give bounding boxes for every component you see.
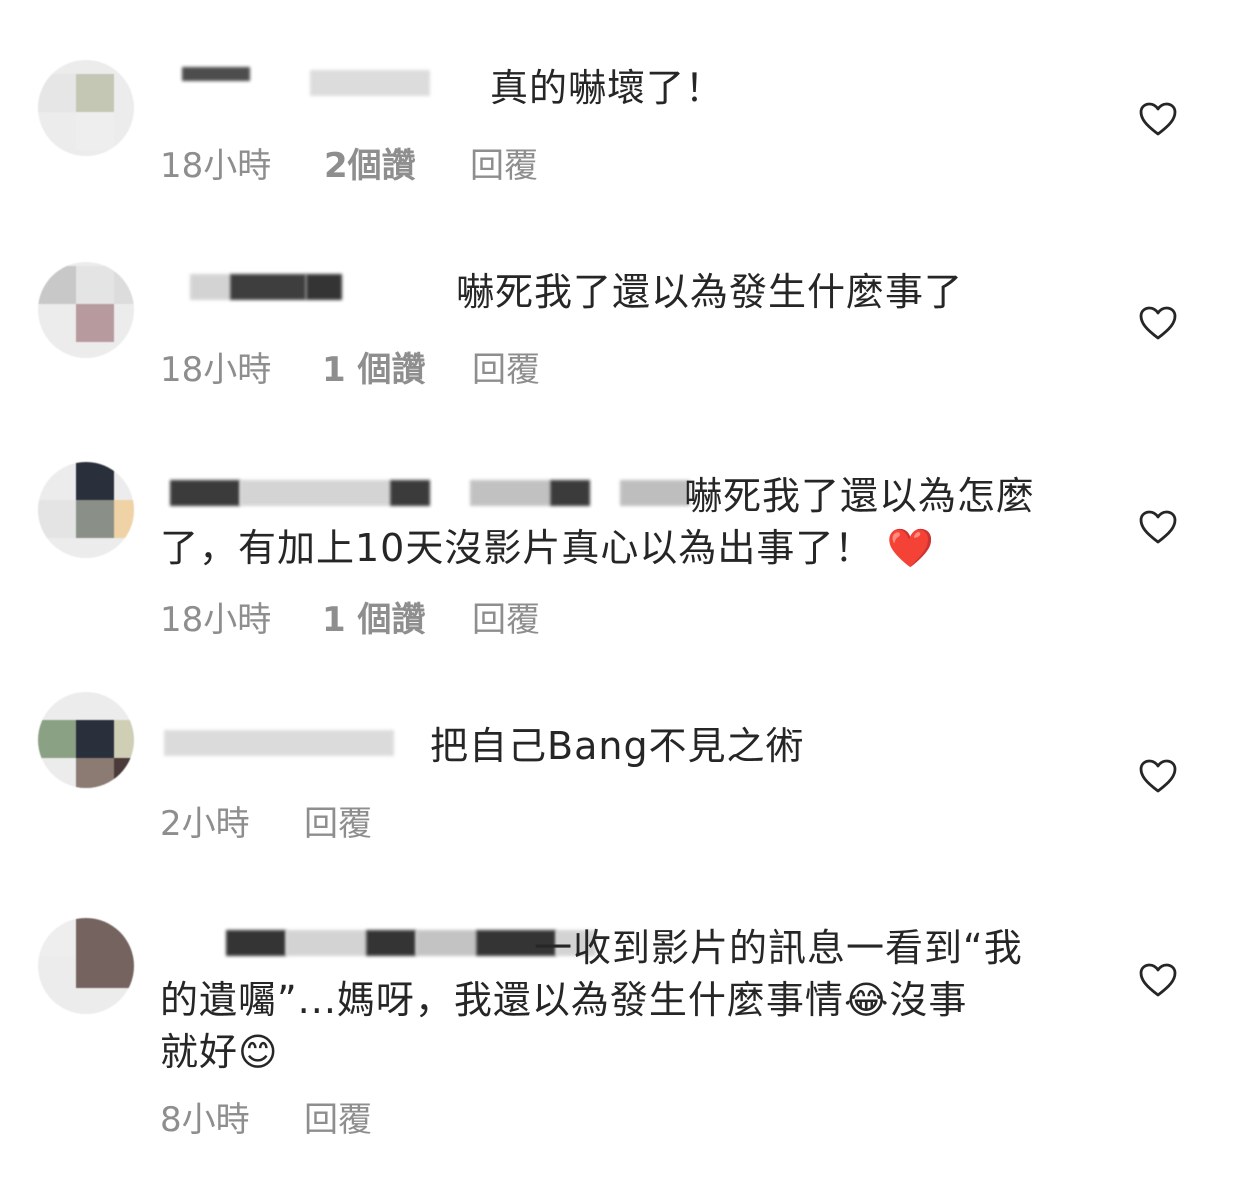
comment-time: 2小時 — [160, 804, 250, 844]
heart-outline-icon[interactable] — [1138, 305, 1178, 341]
comment-text-line: 的遺囑”...媽呀，我還以為發生什麼事情😂沒事 — [160, 978, 968, 1022]
smiling-face-emoji: 😊 — [238, 1030, 279, 1074]
comment-meta: 18小時 1 個讚 回覆 — [160, 592, 540, 641]
avatar[interactable] — [38, 692, 134, 788]
likes-count[interactable]: 1 個讚 — [322, 592, 472, 641]
comment-meta: 8小時 回覆 — [160, 1092, 372, 1141]
comment-item: 一收到影片的訊息一看到“我 的遺囑”...媽呀，我還以為發生什麼事情😂沒事 就好… — [0, 0, 1242, 1140]
comment-text-line: 了，有加上10天沒影片真心以為出事了！ ❤️ — [160, 526, 935, 570]
comment-meta: 2小時 回覆 — [160, 796, 372, 845]
red-heart-emoji: ❤️ — [886, 526, 935, 570]
comment-meta: 18小時 1 個讚 回覆 — [160, 342, 540, 391]
reply-button[interactable]: 回覆 — [472, 592, 540, 641]
comment-text: 一收到影片的訊息一看到“我 的遺囑”...媽呀，我還以為發生什麼事情😂沒事 就好… — [160, 922, 1080, 1078]
reply-button[interactable]: 回覆 — [472, 342, 540, 391]
comment-time: 8小時 — [160, 1100, 250, 1140]
comment-text: 嚇死我了還以為怎麼 了，有加上10天沒影片真心以為出事了！ ❤️ — [160, 470, 1080, 574]
redacted-username — [164, 730, 394, 756]
comment-time: 18小時 — [160, 350, 272, 390]
comment-text-line: 就好😊 — [160, 1030, 279, 1074]
redacted-username — [190, 274, 230, 300]
avatar[interactable] — [38, 262, 134, 358]
heart-outline-icon[interactable] — [1138, 962, 1178, 998]
reply-button[interactable]: 回覆 — [304, 796, 372, 845]
avatar[interactable] — [38, 462, 134, 558]
heart-outline-icon[interactable] — [1138, 758, 1178, 794]
avatar[interactable] — [38, 918, 134, 1014]
comment-text: 把自己Bang不見之術 — [430, 724, 805, 768]
comment-text-line: 嚇死我了還以為怎麼 — [684, 474, 1036, 518]
heart-outline-icon[interactable] — [1138, 509, 1178, 545]
redacted-username — [306, 274, 342, 300]
likes-count[interactable]: 1 個讚 — [322, 342, 472, 391]
username[interactable] — [160, 722, 394, 764]
reply-button[interactable]: 回覆 — [304, 1092, 372, 1141]
username[interactable] — [160, 266, 342, 308]
redacted-username — [230, 274, 306, 300]
tears-of-joy-emoji: 😂 — [843, 978, 890, 1022]
comment-time: 18小時 — [160, 600, 272, 640]
comment-text-line: 一收到影片的訊息一看到“我 — [534, 926, 1023, 970]
comment-text: 嚇死我了還以為發生什麼事了 — [456, 270, 964, 314]
